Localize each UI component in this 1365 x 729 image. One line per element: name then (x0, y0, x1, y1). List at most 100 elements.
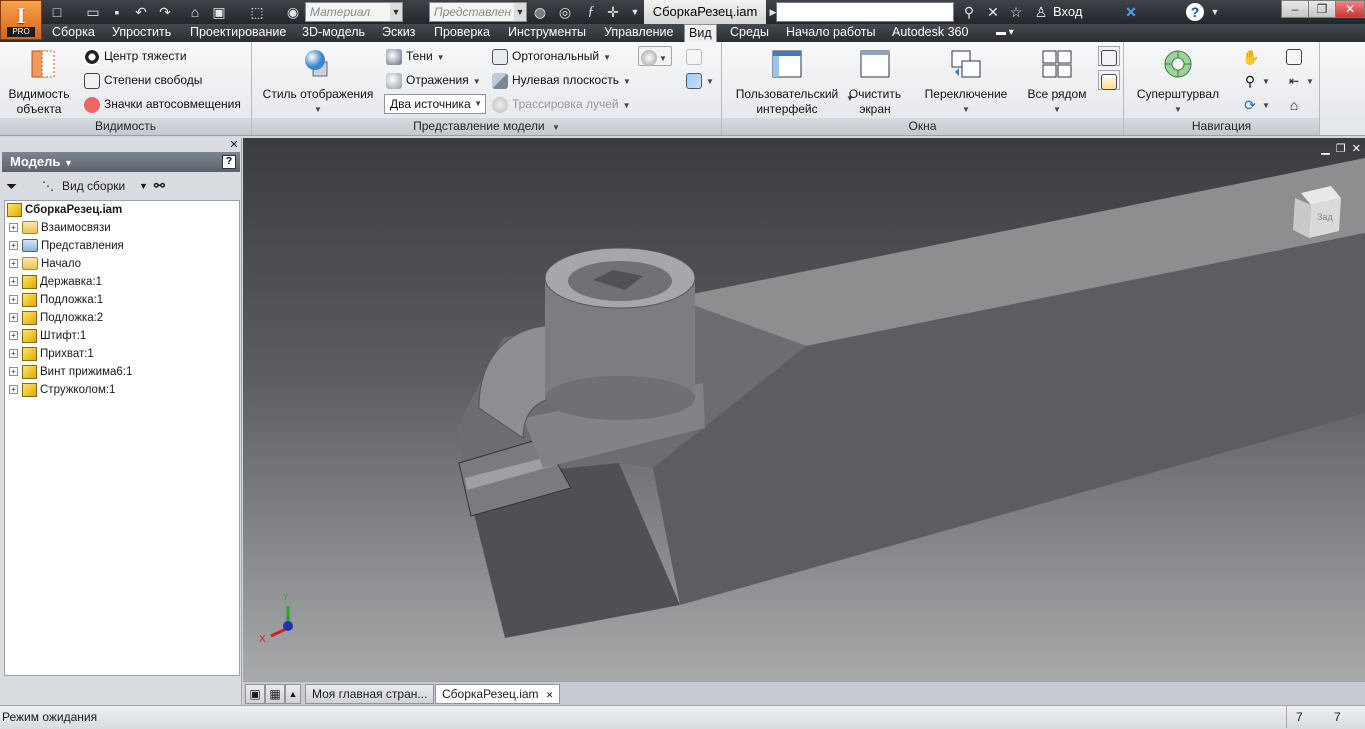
steering-wheel-button[interactable]: Суперштурвал ▼ (1132, 48, 1224, 117)
expand-icon[interactable]: + (9, 349, 18, 359)
chevron-down-icon[interactable]: ▼ (706, 77, 714, 86)
close-icon[interactable]: ✕ (546, 690, 554, 700)
view-mode-label[interactable]: Вид сборки (62, 174, 125, 198)
chevron-down-icon[interactable]: ▼ (474, 95, 482, 113)
tab-view[interactable]: Вид (684, 24, 717, 42)
select-icon[interactable]: ⬚ (248, 3, 266, 21)
ray-tracing-button[interactable]: Трассировка лучей ▼ (492, 94, 631, 114)
clear-override-icon[interactable]: ◎ (556, 3, 574, 21)
tab-simplify[interactable]: Упростить (108, 24, 175, 42)
tab-3d-model[interactable]: 3D-модель (298, 24, 369, 42)
tab-design[interactable]: Проектирование (186, 24, 290, 42)
expand-icon[interactable]: + (9, 241, 18, 251)
help-icon[interactable]: ? (222, 155, 236, 169)
switch-button[interactable]: Переключение ▼ (918, 48, 1014, 117)
shadows-button[interactable]: Тени ▼ (386, 46, 445, 66)
appearance-icon[interactable]: ◉ (284, 3, 302, 21)
filter-icon[interactable]: ⏷ (6, 174, 17, 198)
expand-icon[interactable]: + (9, 259, 18, 269)
chevron-down-icon[interactable]: ▼ (1024, 102, 1090, 117)
autolimits-button[interactable]: Значки автосовмещения (84, 94, 241, 114)
signin-link[interactable]: Вход (1053, 0, 1082, 24)
pan-button[interactable]: ✋ (1242, 46, 1262, 66)
orthographic-button[interactable]: Ортогональный ▼ (492, 46, 611, 66)
look-at-button[interactable] (1286, 46, 1306, 66)
tree-item[interactable]: + Прихват:1 (9, 345, 94, 363)
find-icon[interactable]: ⚯ (154, 174, 165, 198)
parameters-icon[interactable]: ƒ (582, 3, 600, 21)
tree-item[interactable]: + Взаимосвязи (9, 219, 111, 237)
plus-icon[interactable]: ✛ (604, 3, 622, 21)
expand-icon[interactable]: + (9, 223, 18, 233)
subscription-icon[interactable]: ✕ (984, 3, 1002, 21)
visual-style-button[interactable]: ▼ (638, 46, 672, 66)
section-view-button[interactable] (686, 46, 706, 66)
home-icon[interactable]: ⌂ (186, 3, 204, 21)
open-icon[interactable]: ▭ (84, 3, 102, 21)
expand-icon[interactable]: + (9, 295, 18, 305)
expand-icon[interactable]: + (9, 277, 18, 287)
tab-tools[interactable]: Инструменты (504, 24, 590, 42)
chevron-down-icon[interactable]: ▼ (552, 123, 560, 132)
tree-item[interactable]: + Начало (9, 255, 81, 273)
tree-item[interactable]: + Державка:1 (9, 273, 102, 291)
half-section-button[interactable]: ▼ (686, 70, 714, 90)
ribbon-display-icon[interactable]: ▬ ▾ (992, 24, 1018, 42)
exchange-icon[interactable]: ✕ (1122, 3, 1140, 21)
clean-screen-button[interactable]: Очистить экран (846, 48, 904, 117)
tree-item[interactable]: + Подложка:1 (9, 291, 103, 309)
tab-assembly[interactable]: Сборка (48, 24, 99, 42)
chevron-down-icon[interactable]: ▼ (603, 53, 611, 62)
zoom-button[interactable]: ⚲ ▼ (1242, 70, 1270, 90)
doc-tab-assembly[interactable]: СборкаРезец.iam ✕ (435, 684, 561, 704)
chevron-down-icon[interactable]: ▼ (1262, 77, 1270, 86)
tab-inspect[interactable]: Проверка (430, 24, 494, 42)
expand-icon[interactable]: + (9, 385, 18, 395)
tree-root[interactable]: СборкаРезец.iam (7, 201, 122, 219)
doc-tab-home[interactable]: Моя главная стран... (305, 684, 435, 704)
cascade-button[interactable] (1098, 46, 1120, 66)
tile-windows-icon[interactable]: ▦ (265, 684, 285, 704)
tab-autodesk-360[interactable]: Autodesk 360 (888, 24, 972, 42)
help-dropdown-icon[interactable]: ▼ (1206, 3, 1224, 21)
reflections-button[interactable]: Отражения ▼ (386, 70, 481, 90)
tile-button[interactable]: Все рядом ▼ (1024, 48, 1090, 117)
close-icon[interactable]: ✕ (228, 139, 240, 151)
redo-icon[interactable]: ↷ (156, 3, 174, 21)
close-button[interactable]: ✕ (1335, 0, 1365, 18)
representation-combo[interactable]: Представлен ▼ (429, 2, 527, 22)
restore-button[interactable]: ❐ (1308, 0, 1336, 18)
new-window-button[interactable] (1098, 70, 1120, 90)
chevron-down-icon[interactable]: ▼ (139, 174, 148, 198)
tree-item[interactable]: + Подложка:2 (9, 309, 103, 327)
tab-environments[interactable]: Среды (726, 24, 773, 42)
chevron-down-icon[interactable]: ▼ (918, 102, 1014, 117)
display-style-button[interactable]: Стиль отображения ▼ (260, 48, 376, 117)
chevron-down-icon[interactable]: ▼ (1132, 102, 1224, 117)
expand-icon[interactable]: + (9, 367, 18, 377)
home-view-button[interactable]: ⌂ (1286, 94, 1306, 114)
favorites-icon[interactable]: ☆ (1007, 3, 1025, 21)
graphics-viewport[interactable]: ▁ ❐ ✕ X Y Зад (243, 138, 1365, 681)
image-icon[interactable]: ▣ (210, 3, 228, 21)
zoom-all-button[interactable]: ⇤ ▼ (1286, 70, 1314, 90)
help-icon[interactable]: ? (1186, 3, 1204, 21)
chevron-down-icon[interactable]: ▼ (623, 101, 631, 110)
save-icon[interactable]: ▪ (108, 3, 126, 21)
chevron-up-icon[interactable]: ▲ (285, 684, 301, 704)
qa-customize-icon[interactable]: ▼ (626, 3, 644, 21)
tab-sketch[interactable]: Эскиз (378, 24, 419, 42)
browser-header[interactable]: Модель ▼ ? (2, 152, 240, 172)
ground-plane-button[interactable]: Нулевая плоскость ▼ (492, 70, 631, 90)
tab-manage[interactable]: Управление (600, 24, 678, 42)
undo-icon[interactable]: ↶ (132, 3, 150, 21)
chevron-down-icon[interactable]: ▼ (260, 102, 376, 117)
chevron-down-icon[interactable]: ▼ (390, 3, 402, 21)
expand-icon[interactable]: + (9, 331, 18, 341)
lighting-combo[interactable]: Два источника ▼ (384, 94, 486, 114)
chevron-down-icon[interactable]: ▼ (473, 77, 481, 86)
tree-item[interactable]: + Представления (9, 237, 124, 255)
chevron-down-icon[interactable]: ▼ (623, 77, 631, 86)
new-icon[interactable]: □ (48, 3, 66, 21)
material-combo[interactable]: Материал ▼ (305, 2, 403, 22)
